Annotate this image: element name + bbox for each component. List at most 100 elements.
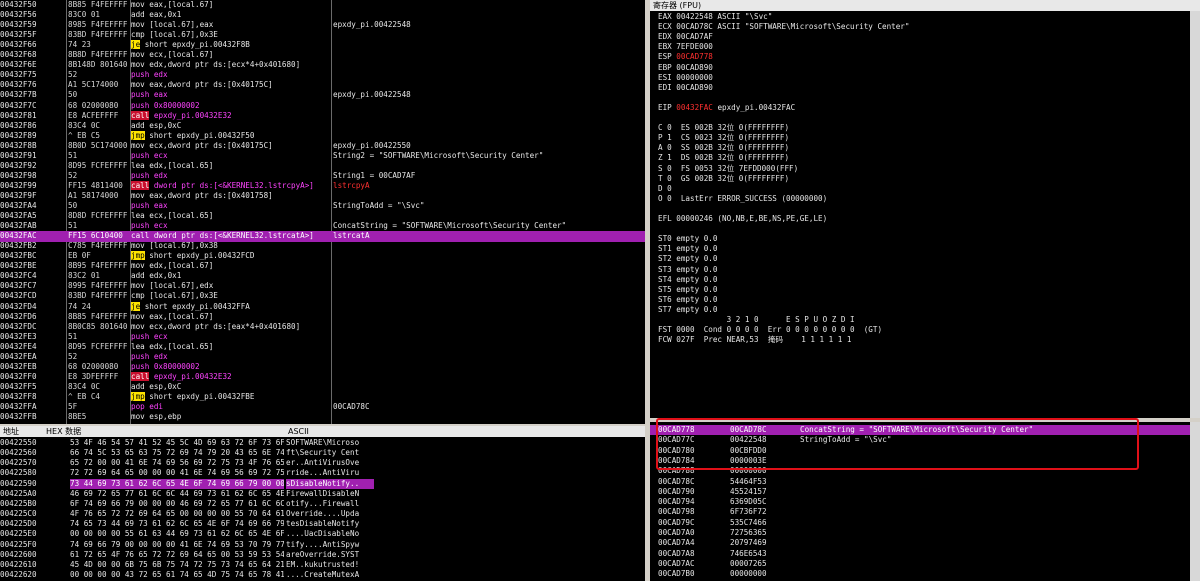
disasm-row[interactable]: 00432F68 8B8D F4FEFFFF mov ecx,[local.67] (0, 50, 645, 61)
dump-row[interactable]: 00422570 65 72 00 00 41 6E 74 69 56 69 72… (0, 458, 645, 468)
instr-text: mov eax,dword ptr ds:[0x401758] (131, 190, 273, 200)
dump-row[interactable]: 00422610 45 4D 00 00 6B 75 6B 75 74 72 75… (0, 560, 645, 570)
disasm-row[interactable]: 00432F86 83C4 0C add esp,0xC (0, 121, 645, 132)
disasm-row[interactable]: 00432F66 74 23 je short epxdy_pi.00432F8B (0, 40, 645, 51)
stack-row[interactable]: 00CAD78C 54464F53 (650, 477, 1200, 487)
disasm-row[interactable]: 00432FE4 8D95 FCFEFFFF lea edx,[local.65] (0, 342, 645, 353)
disasm-row[interactable]: 00432F56 83C0 01 add eax,0x1 (0, 10, 645, 21)
disasm-row[interactable]: 00432F8B 8B0D 5C174000 mov ecx,dword ptr d… (0, 141, 645, 152)
stack-row[interactable]: 00CAD794 6369D05C (650, 497, 1200, 507)
disasm-row[interactable]: 00432F89 ^ EB C5 jmp short epxdy_pi.00432F… (0, 130, 645, 142)
instr-bytes: 50 (68, 90, 78, 100)
disasm-row[interactable]: 00432FE3 51 push ecx (0, 332, 645, 343)
stack-row[interactable]: 00CAD7A8 746E6543 (650, 549, 1200, 559)
instr-text: mov eax,dword ptr ds:[0x40175C] (131, 80, 273, 90)
register-line: EDX 00CAD7AF (658, 32, 713, 42)
disasm-row[interactable]: 00432FF5 83C4 0C add esp,0xC (0, 382, 645, 393)
disasm-row[interactable]: 00432FBE 8B95 F4FEFFFF mov edx,[local.67] (0, 261, 645, 272)
disasm-row[interactable]: 00432F9F A1 58174000 mov eax,dword ptr ds:… (0, 191, 645, 202)
dump-hex: 6F 74 69 66 79 00 00 00 46 69 72 65 77 6… (70, 498, 284, 508)
disasm-row[interactable]: 00432FC4 83C2 01 add edx,0x1 (0, 271, 645, 282)
stack-scrollbar[interactable] (1190, 422, 1200, 581)
disasm-row[interactable]: 00432FFA 5F pop edi 00CAD78C (0, 402, 645, 413)
disasm-row[interactable]: 00432F76 A1 5C174000 mov eax,dword ptr ds:… (0, 80, 645, 91)
disasm-row[interactable]: 00432F92 8D95 FCFEFFFF lea edx,[local.65] (0, 161, 645, 172)
instr-address: 00432FEB (0, 361, 37, 371)
disasm-row[interactable]: 00432FD4 74 24 je short epxdy_pi.00432FFA (0, 301, 645, 313)
hex-dump-pane[interactable]: 地址 HEX 数据 ASCII 00422550 53 4F 46 54 57 4… (0, 426, 645, 581)
dump-row[interactable]: 004225F0 74 69 66 79 00 00 00 00 41 6E 74… (0, 540, 645, 550)
stack-row[interactable]: 00CAD7A0 72756365 (650, 528, 1200, 538)
disasm-row[interactable]: 00432F98 52 push edx String1 = 00CAD7AF (0, 171, 645, 182)
instr-address: 00432FE3 (0, 331, 37, 341)
instr-bytes: 83C4 0C (68, 381, 101, 391)
disasm-row[interactable]: 00432FBC EB 0F jmp short epxdy_pi.00432FCD (0, 251, 645, 262)
disasm-row[interactable]: 00432FF0 E8 3DFEFFFF call epxdy_pi.00432E3… (0, 371, 645, 383)
stack-row[interactable]: 00CAD798 6F736F72 (650, 507, 1200, 517)
stack-row[interactable]: 00CAD790 45524157 (650, 487, 1200, 497)
dump-row[interactable]: 00422600 61 72 65 4F 76 65 72 72 69 64 65… (0, 550, 645, 560)
instr-bytes: 8D8D FCFEFFFF (68, 211, 128, 221)
dump-row[interactable]: 004225C0 4F 76 65 72 72 69 64 65 00 00 00… (0, 509, 645, 519)
disasm-row[interactable]: 00432F6E 8B148D 801640 mov edx,dword ptr d… (0, 60, 645, 71)
dump-hex: 65 72 00 00 41 6E 74 69 56 69 72 75 73 4… (70, 458, 284, 468)
disasm-row[interactable]: 00432F99 FF15 4811400 call dword ptr ds:[<… (0, 180, 645, 192)
disasm-row[interactable]: 00432FA4 50 push eax StringToAdd = "\Svc" (0, 201, 645, 212)
stack-row[interactable]: 00CAD7A4 20797469 (650, 538, 1200, 548)
stack-row[interactable]: 00CAD7B0 00000000 (650, 569, 1200, 579)
dump-hex: 74 69 66 79 00 00 00 00 41 6E 74 69 53 7… (70, 539, 284, 549)
disasm-row[interactable]: 00432FAB 51 push ecx ConcatString = "SOFTWA… (0, 221, 645, 232)
disasm-row[interactable]: 00432F7B 50 push eax epxdy_pi.00422548 (0, 90, 645, 101)
disasm-row[interactable]: 00432F7C 68 02000080 push 0x80000002 (0, 101, 645, 112)
instr-bytes: 8995 F4FEFFFF (68, 281, 128, 291)
disasm-row[interactable]: 00432F5F 83BD F4FEFFFF cmp [local.67],0x3E (0, 30, 645, 41)
disasm-row[interactable]: 00432FC7 8995 F4FEFFFF mov [local.67],edx (0, 281, 645, 292)
disassembly-pane[interactable]: 00432F50 8B85 F4FEFFFF mov eax,[local.67] 0… (0, 0, 645, 424)
instr-text: push ecx (131, 331, 168, 341)
disasm-row[interactable]: 00432FFB 8BE5 mov esp,ebp (0, 412, 645, 423)
disasm-row[interactable]: 00432FDC 8B0C85 801640 mov ecx,dword ptr d… (0, 322, 645, 333)
disasm-row[interactable]: 00432F81 E8 ACFEFFFF call epxdy_pi.00432E3… (0, 110, 645, 122)
registers-scrollbar[interactable] (1190, 11, 1200, 418)
dump-address: 004225C0 (0, 509, 37, 519)
dump-row[interactable]: 004225E0 00 00 00 00 55 61 63 44 69 73 61… (0, 529, 645, 539)
instr-address: 00432FA5 (0, 211, 37, 221)
dump-row[interactable]: 00422550 53 4F 46 54 57 41 52 45 5C 4D 69… (0, 438, 645, 448)
stack-value: 00000000 (730, 569, 767, 579)
dump-row[interactable]: 004225B0 6F 74 69 66 79 00 00 00 46 69 72… (0, 499, 645, 509)
dump-ascii: FirewallDisableN (286, 488, 360, 498)
disasm-row[interactable]: 00432FA5 8D8D FCFEFFFF lea ecx,[local.65] (0, 211, 645, 222)
dump-ascii: er..AntiVirusOve (286, 458, 360, 468)
stack-row[interactable]: 00CAD7AC 00007265 (650, 559, 1200, 569)
dump-row[interactable]: 00422560 66 74 5C 53 65 63 75 72 69 74 79… (0, 448, 645, 458)
instr-bytes: ^ EB C4 (68, 391, 101, 401)
disasm-row[interactable]: 00432F50 8B85 F4FEFFFF mov eax,[local.67] (0, 0, 645, 11)
register-line: ST6 empty 0.0 (658, 294, 718, 304)
disasm-row[interactable]: 00432F59 8985 F4FEFFFF mov [local.67],eax e… (0, 20, 645, 31)
disasm-row[interactable]: 00432FCD 83BD F4FEFFFF cmp [local.67],0x3E (0, 291, 645, 302)
instr-text: cmp [local.67],0x3E (131, 30, 218, 40)
disasm-row[interactable]: 00432F91 51 push ecx String2 = "SOFTWARE\Mi… (0, 151, 645, 162)
disasm-row[interactable]: 00432FD6 8B85 F4FEFFFF mov eax,[local.67] (0, 312, 645, 323)
dump-row[interactable]: 00422590 73 44 69 73 61 62 6C 65 4E 6F 74… (0, 478, 645, 489)
stack-address: 00CAD7A0 (658, 528, 695, 537)
dump-hex: 74 65 73 44 69 73 61 62 6C 65 4E 6F 74 6… (70, 519, 284, 529)
dump-row[interactable]: 004225A0 46 69 72 65 77 61 6C 6C 44 69 73… (0, 489, 645, 499)
instr-address: 00432F7B (0, 90, 37, 100)
registers-pane[interactable]: 寄存器 (FPU) EAX 00422548 ASCII "\Svc" ECX 0… (650, 0, 1200, 418)
disasm-row[interactable]: 00432F75 52 push edx (0, 70, 645, 81)
instr-text: mov ecx,dword ptr ds:[eax*4+0x401680] (131, 321, 301, 331)
disasm-row[interactable]: 00432FF8 ^ EB C4 jmp short epxdy_pi.00432F… (0, 391, 645, 403)
instr-address: 00432F6E (0, 60, 37, 70)
dump-row[interactable]: 004225D0 74 65 73 44 69 73 61 62 6C 65 4E… (0, 519, 645, 529)
instr-text: je short epxdy_pi.00432FFA (131, 301, 250, 311)
disasm-row[interactable]: 00432FEB 68 02000080 push 0x80000002 (0, 362, 645, 373)
stack-row[interactable]: 00CAD79C 535C7466 (650, 518, 1200, 528)
instr-text: call epxdy_pi.00432E32 (131, 110, 232, 120)
disasm-row[interactable]: 00432FEA 52 push edx (0, 352, 645, 363)
disasm-row[interactable]: 00432FAC FF15 6C10400 call dword ptr ds:[<… (0, 231, 645, 242)
dump-row[interactable]: 00422620 00 00 00 00 43 72 65 61 74 65 4D… (0, 570, 645, 580)
dump-row[interactable]: 00422580 72 72 69 64 65 00 00 00 41 6E 74… (0, 468, 645, 478)
instr-address: 00432FEA (0, 351, 37, 361)
disasm-row[interactable]: 00432FB2 C785 F4FEFFFF mov [local.67],0x38 (0, 241, 645, 252)
